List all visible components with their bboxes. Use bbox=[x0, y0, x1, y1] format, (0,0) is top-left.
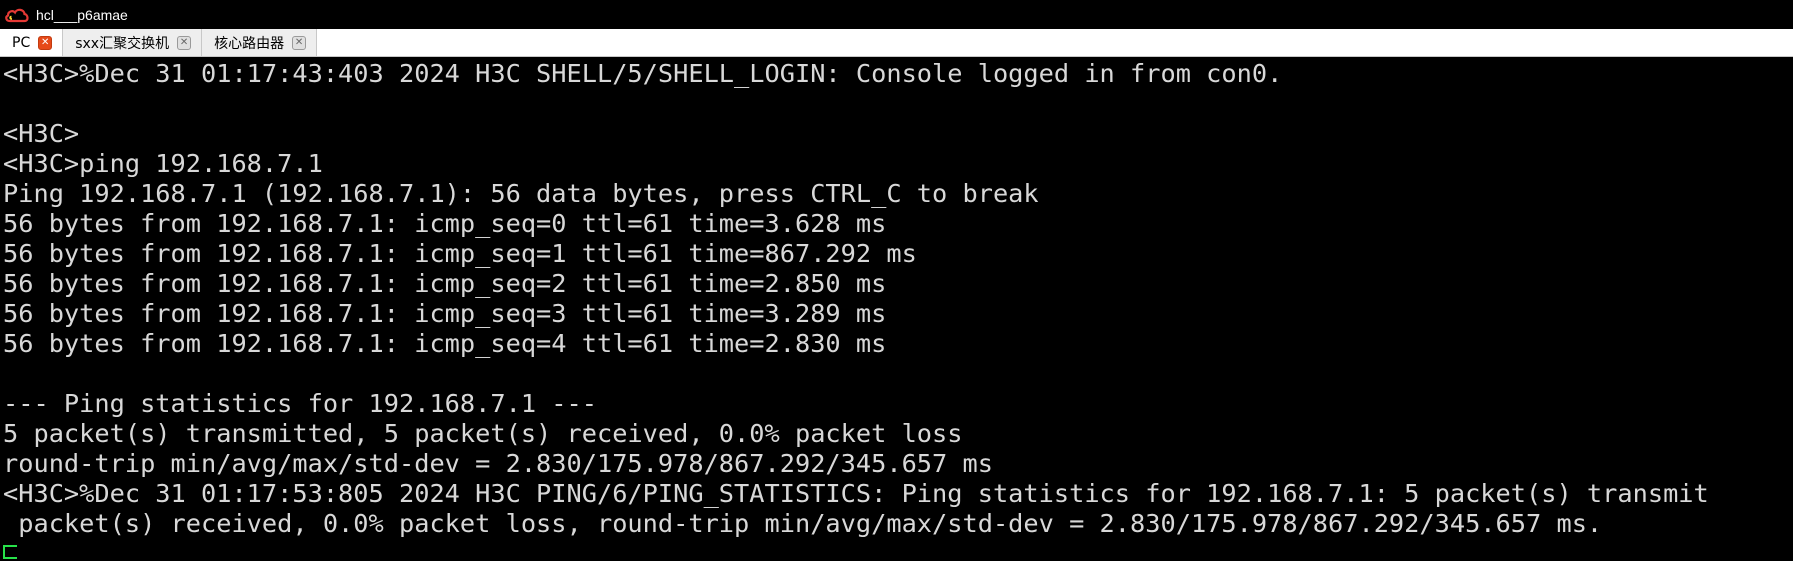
window-titlebar: hcl___p6amae bbox=[0, 0, 1793, 29]
terminal-line: 56 bytes from 192.168.7.1: icmp_seq=1 tt… bbox=[3, 239, 917, 268]
cloud-logo-icon bbox=[4, 6, 30, 24]
terminal-line: packet(s) received, 0.0% packet loss, ro… bbox=[3, 509, 1603, 538]
terminal-line: 56 bytes from 192.168.7.1: icmp_seq=4 tt… bbox=[3, 329, 887, 358]
window-title: hcl___p6amae bbox=[36, 6, 128, 23]
terminal-line: 56 bytes from 192.168.7.1: icmp_seq=3 tt… bbox=[3, 299, 887, 328]
tab-label: 核心路由器 bbox=[214, 35, 285, 52]
tab-bar: PC ✕ sxx汇聚交换机 ✕ 核心路由器 ✕ bbox=[0, 29, 1793, 57]
close-icon[interactable]: ✕ bbox=[38, 35, 53, 50]
terminal-cursor bbox=[3, 545, 17, 559]
terminal-console[interactable]: <H3C>%Dec 31 01:17:43:403 2024 H3C SHELL… bbox=[0, 57, 1793, 561]
close-icon[interactable]: ✕ bbox=[292, 35, 307, 50]
tab-core-router[interactable]: 核心路由器 ✕ bbox=[202, 29, 318, 56]
terminal-line: 56 bytes from 192.168.7.1: icmp_seq=0 tt… bbox=[3, 209, 887, 238]
tab-pc[interactable]: PC ✕ bbox=[0, 29, 64, 56]
terminal-line: <H3C> bbox=[3, 119, 80, 148]
tab-label: sxx汇聚交换机 bbox=[75, 35, 170, 52]
terminal-line: 56 bytes from 192.168.7.1: icmp_seq=2 tt… bbox=[3, 269, 887, 298]
terminal-line: round-trip min/avg/max/std-dev = 2.830/1… bbox=[3, 449, 993, 478]
terminal-line: <H3C>%Dec 31 01:17:43:403 2024 H3C SHELL… bbox=[3, 59, 1283, 88]
terminal-line: --- Ping statistics for 192.168.7.1 --- bbox=[3, 389, 597, 418]
terminal-line: <H3C>ping 192.168.7.1 bbox=[3, 149, 323, 178]
terminal-line: Ping 192.168.7.1 (192.168.7.1): 56 data … bbox=[3, 179, 1039, 208]
terminal-line: <H3C>%Dec 31 01:17:53:805 2024 H3C PING/… bbox=[3, 479, 1709, 508]
terminal-line: 5 packet(s) transmitted, 5 packet(s) rec… bbox=[3, 419, 963, 448]
tab-label: PC bbox=[12, 34, 31, 51]
close-icon[interactable]: ✕ bbox=[177, 35, 192, 50]
tab-sxx-aggregation-switch[interactable]: sxx汇聚交换机 ✕ bbox=[63, 29, 203, 56]
